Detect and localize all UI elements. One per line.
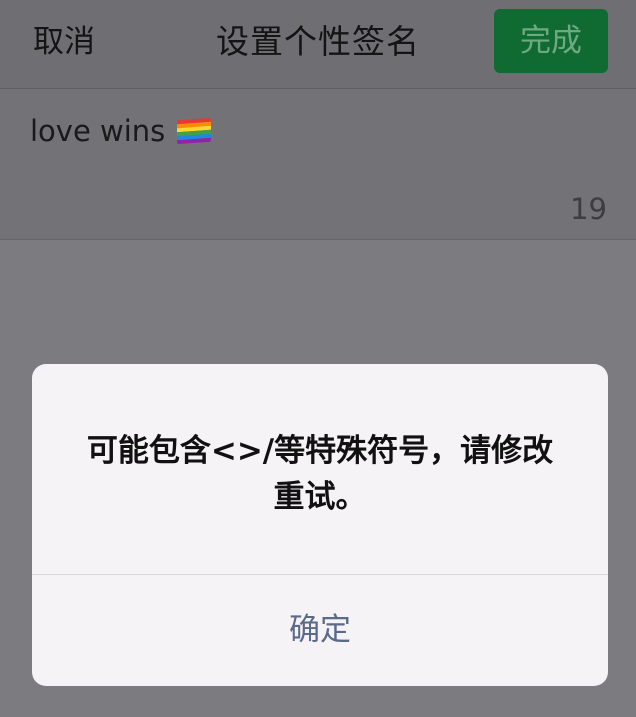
rainbow-flag-icon xyxy=(177,117,212,145)
signature-text: love wins xyxy=(30,114,166,148)
confirm-button[interactable]: 确定 xyxy=(32,575,608,686)
signature-input[interactable]: love wins 19 xyxy=(0,89,636,240)
navigation-bar: 取消 设置个性签名 完成 xyxy=(0,0,636,89)
character-count: 19 xyxy=(570,192,607,226)
done-button[interactable]: 完成 xyxy=(494,9,608,73)
signature-text-wrapper: love wins xyxy=(30,113,212,149)
alert-dialog: 可能包含<>/等特殊符号，请修改重试。 确定 xyxy=(32,364,608,686)
screen: 取消 设置个性签名 完成 love wins 19 可能包含<>/等特殊符号，请… xyxy=(0,0,636,717)
dialog-message: 可能包含<>/等特殊符号，请修改重试。 xyxy=(86,433,554,515)
